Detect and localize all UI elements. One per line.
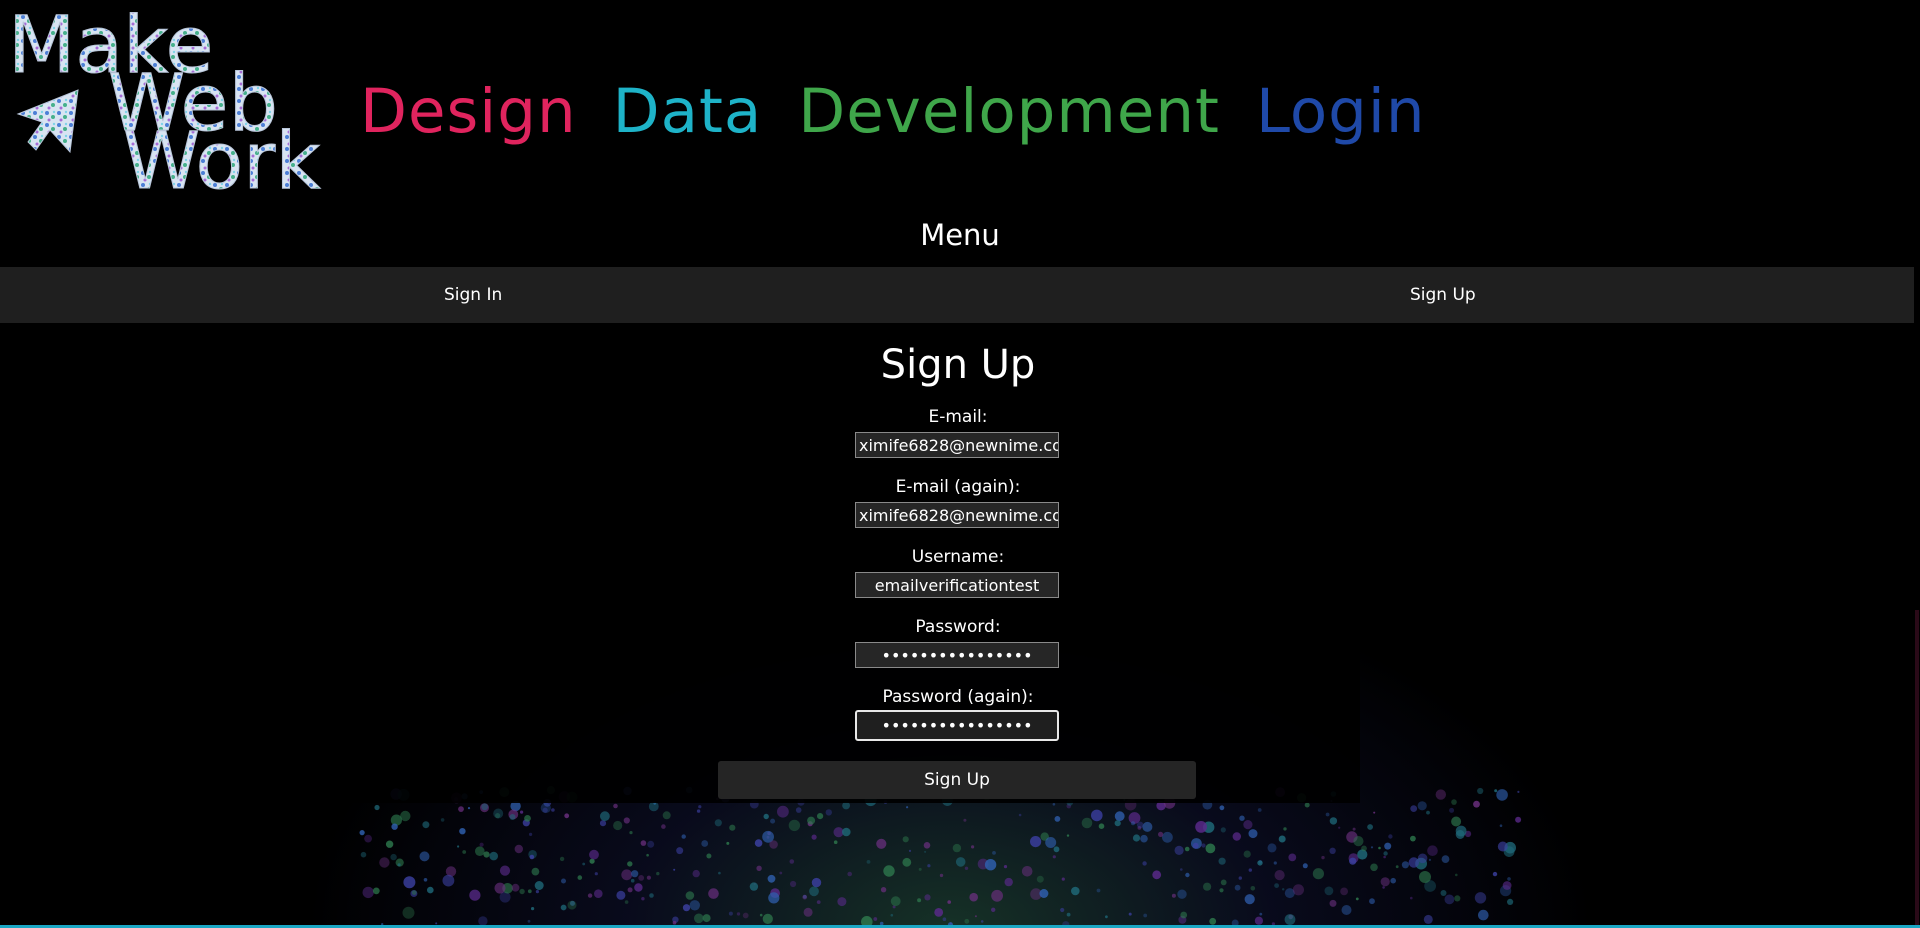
nav-data[interactable]: Data [613,72,763,152]
page-title: Sign Up [880,342,1036,388]
make-web-work-logo[interactable]: Make Web Work [8,2,332,192]
email-field[interactable]: ximife6828@newnime.com [855,432,1059,458]
main-nav: Design Data Development Login [360,72,1426,152]
tab-sign-up[interactable]: Sign Up [1410,267,1476,323]
nav-development[interactable]: Development [798,72,1220,152]
password-label: Password: [915,617,1001,637]
password-again-label: Password (again): [882,687,1034,707]
nav-login[interactable]: Login [1256,72,1426,152]
nav-design[interactable]: Design [360,72,577,152]
logo-lettering: Make Web Work [8,2,321,192]
site-header: Make Web Work Design Data Development Lo… [0,0,1920,252]
tab-sign-in[interactable]: Sign In [444,267,502,323]
email-again-field[interactable]: ximife6828@newnime.com [855,502,1059,528]
scrollbar[interactable] [1914,0,1920,928]
logo-line-3: Work [123,117,321,192]
username-label: Username: [911,547,1005,567]
auth-tab-bar: Sign In Sign Up [0,267,1920,323]
password-field[interactable]: •••••••••••••••• [855,642,1059,668]
email-again-label: E-mail (again): [895,477,1021,497]
username-field[interactable]: emailverificationtest [855,572,1059,598]
cursor-arrow-icon [16,89,79,154]
scrollbar-thumb[interactable] [1915,610,1919,928]
email-label: E-mail: [928,407,988,427]
menu-toggle[interactable]: Menu [0,218,1920,252]
sign-up-submit-button[interactable]: Sign Up [718,761,1196,799]
password-again-field[interactable]: •••••••••••••••• [855,710,1059,741]
